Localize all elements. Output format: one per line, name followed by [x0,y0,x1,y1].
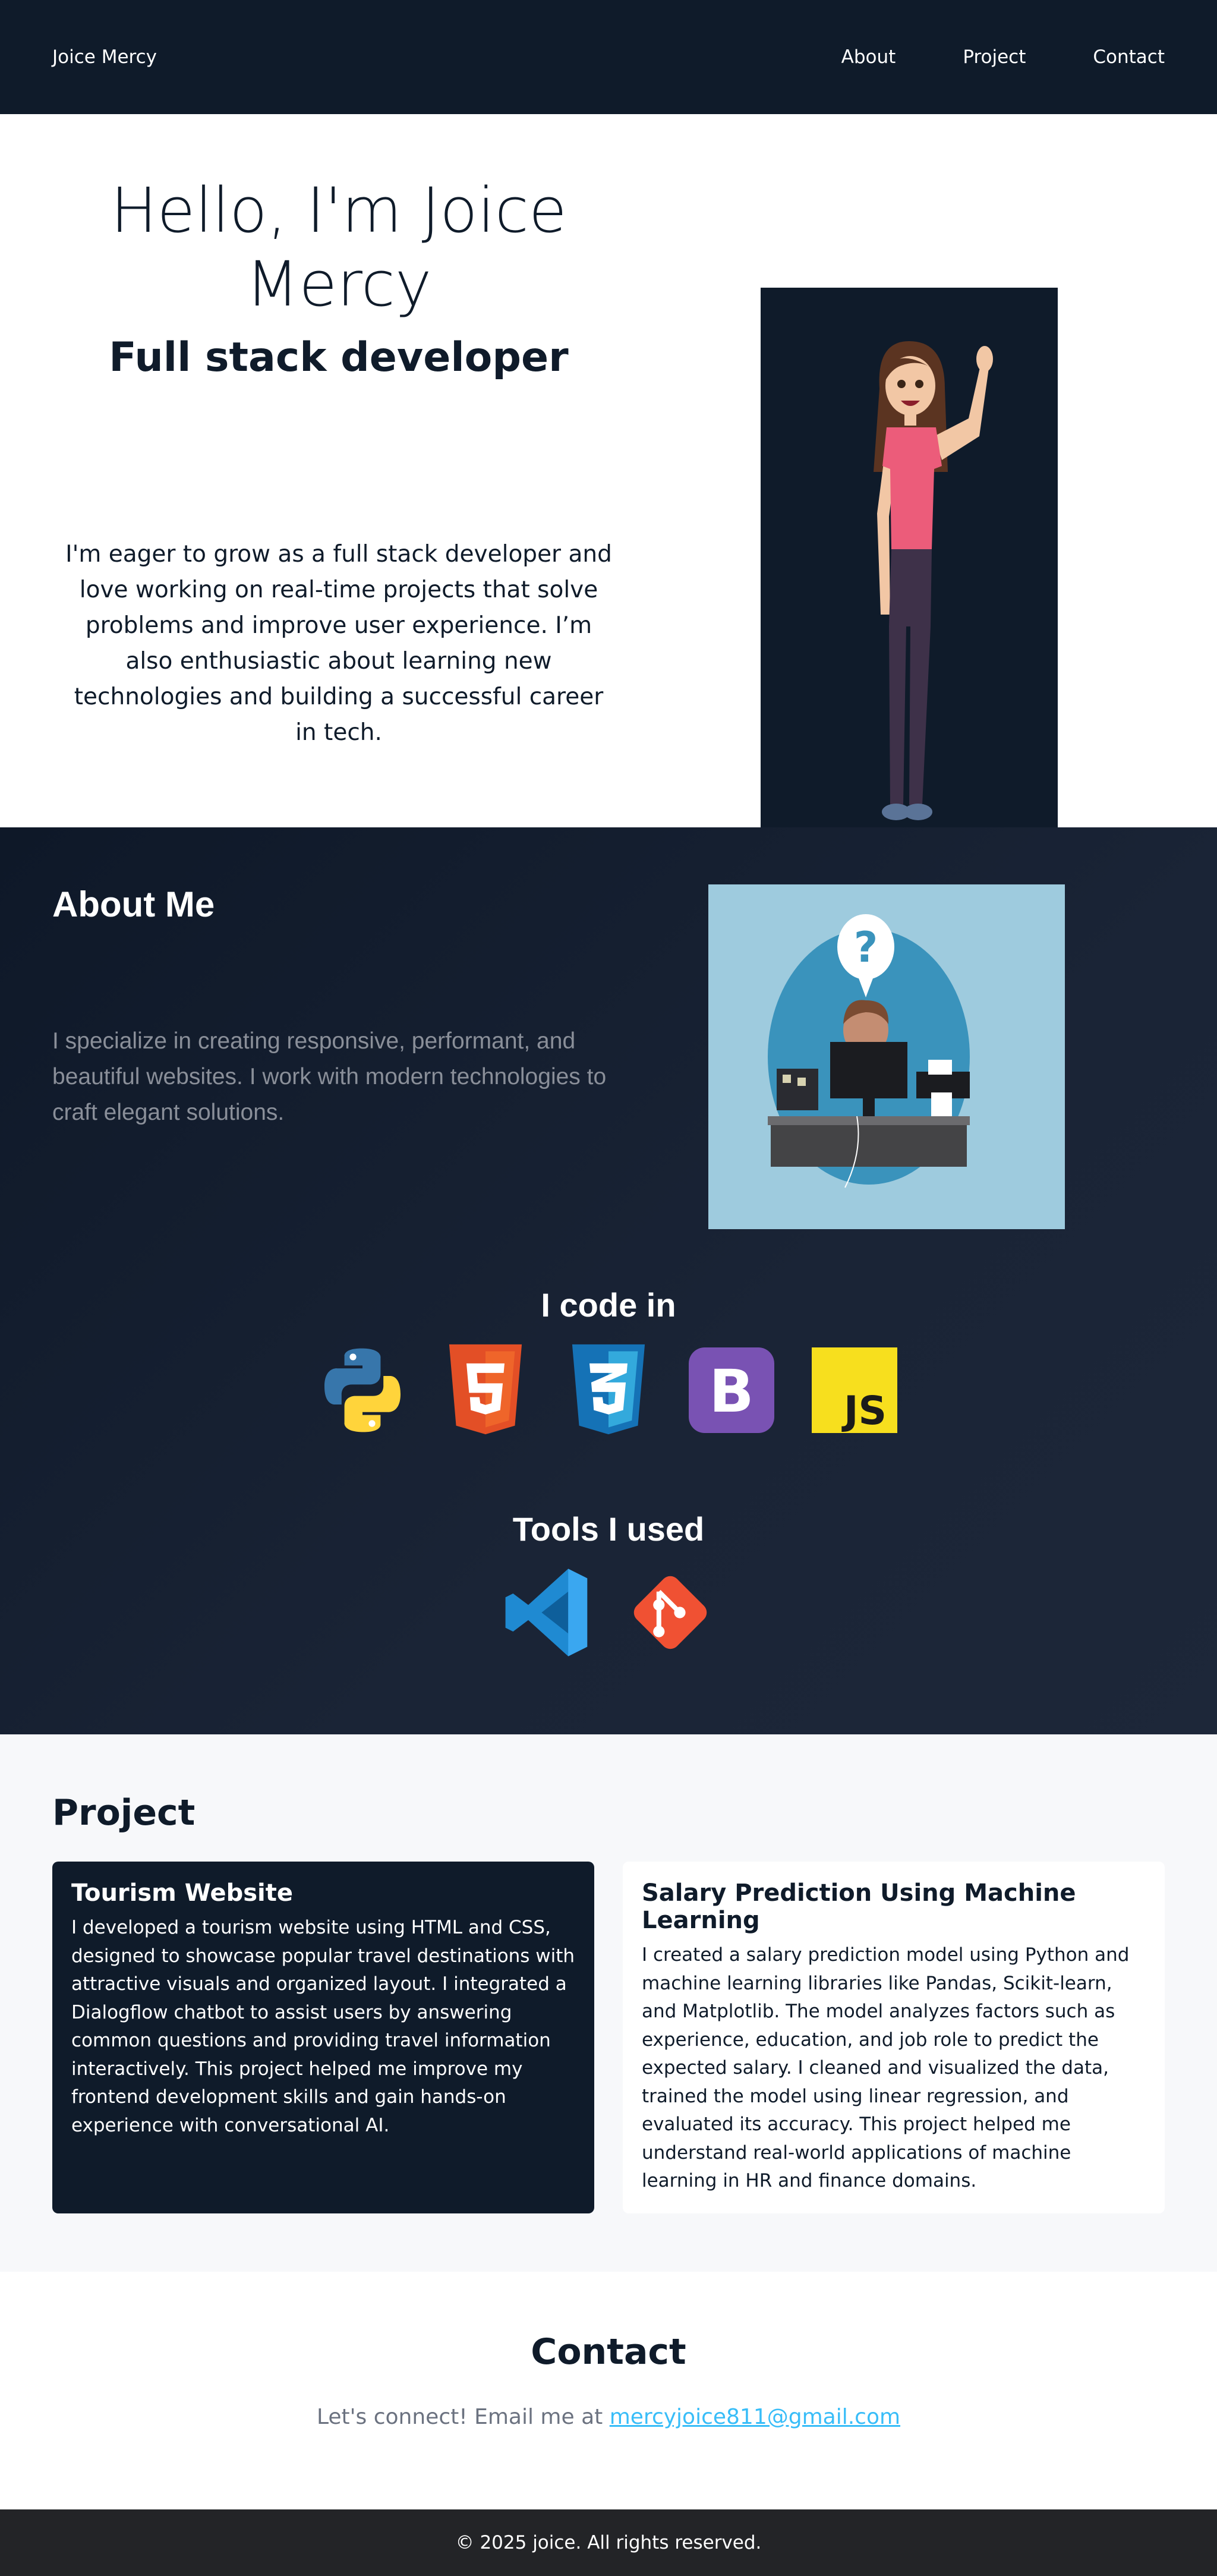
nav-links: About Project Contact [774,46,1165,68]
svg-text:B: B [709,1358,753,1426]
css3-icon [560,1342,657,1438]
tools-title: Tools I used [512,1510,705,1548]
footer: © 2025 joice. All rights reserved. [0,2509,1217,2576]
about-title: About Me [52,884,215,924]
python-icon [314,1342,411,1438]
contact-text: Let's connect! Email me at [316,2405,603,2429]
project-card-title: Tourism Website [71,1879,294,1907]
hero-text: Hello, I'm Joice Mercy Full stack develo… [36,174,642,751]
hero-title: Hello, I'm Joice Mercy [111,174,567,320]
bootstrap-icon: B [683,1342,780,1438]
vscode-icon [499,1564,595,1661]
contact-email-link[interactable]: mercyjoice811@gmail.com [610,2405,900,2429]
about-description: I specialize in creating responsive, per… [52,1028,607,1125]
contact-line: Let's connect! Email me at mercyjoice811… [0,2405,1217,2429]
nav-link-about[interactable]: About [841,46,896,68]
contact-section: Contact Let's connect! Email me at mercy… [0,2272,1217,2509]
developer-at-desk-illustration: ? [708,884,1065,1229]
hero-section: Hello, I'm Joice Mercy Full stack develo… [0,114,1217,882]
project-card-description: I created a salary prediction model usin… [642,1944,1130,2191]
svg-text:JS: JS [841,1388,887,1434]
hero-subtitle: Full stack developer [109,334,569,381]
project-section: Project Tourism Website I developed a to… [0,1734,1217,2272]
contact-title: Contact [531,2331,686,2373]
brand-name[interactable]: Joice Mercy [52,46,157,68]
footer-copyright: © 2025 joice. All rights reserved. [455,2532,762,2553]
about-section: About Me I specialize in creating respon… [0,827,1217,1734]
git-icon [622,1564,718,1661]
code-title: I code in [541,1286,676,1324]
tool-icons [0,1564,1217,1661]
svg-text:?: ? [854,923,878,972]
project-card-description: I developed a tourism website using HTML… [71,1917,575,2136]
project-card-tourism: Tourism Website I developed a tourism we… [52,1862,594,2213]
top-nav: Joice Mercy About Project Contact [0,0,1217,114]
code-icons: B JS [0,1342,1217,1438]
javascript-icon: JS [806,1342,903,1438]
project-card-title: Salary Prediction Using Machine Learning [642,1879,1076,1934]
nav-link-project[interactable]: Project [963,46,1026,68]
project-card-salary-prediction: Salary Prediction Using Machine Learning… [623,1862,1165,2213]
waving-woman-illustration [761,288,1058,882]
nav-link-contact[interactable]: Contact [1093,46,1165,68]
html5-icon [437,1342,534,1438]
project-title: Project [52,1792,196,1834]
hero-description: I'm eager to grow as a full stack develo… [65,541,612,746]
